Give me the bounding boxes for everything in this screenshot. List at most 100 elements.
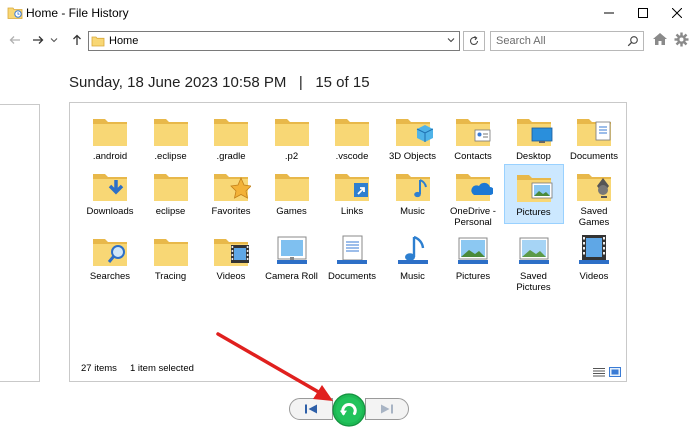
selection-count: 1 item selected xyxy=(130,363,194,374)
item-onedrive-personal[interactable]: OneDrive - Personal xyxy=(443,164,503,228)
item-label: Desktop xyxy=(516,151,551,162)
minimize-icon xyxy=(604,12,614,14)
camera-roll-library-icon xyxy=(262,233,322,269)
back-button[interactable] xyxy=(6,30,24,50)
item-contacts[interactable]: Contacts xyxy=(443,109,503,169)
minimize-button[interactable] xyxy=(592,0,626,26)
item-label: 3D Objects xyxy=(389,151,436,162)
item-music[interactable]: Music xyxy=(383,164,443,224)
forward-button[interactable] xyxy=(29,30,47,50)
item-android[interactable]: .android xyxy=(80,109,140,169)
item-favorites[interactable]: Favorites xyxy=(201,164,261,224)
item-label: Saved Games xyxy=(578,206,610,228)
item-videos[interactable]: Videos xyxy=(564,229,624,289)
maximize-button[interactable] xyxy=(626,0,660,26)
item-label: OneDrive - Personal xyxy=(450,206,496,228)
item-label: .gradle xyxy=(216,151,246,162)
backup-date-heading: Sunday, 18 June 2023 10:58 PM | 15 of 15 xyxy=(69,74,370,91)
search-input[interactable]: Search All xyxy=(496,35,546,47)
home-icon xyxy=(653,33,667,45)
item-label: Videos xyxy=(216,271,246,282)
item-searches[interactable]: Searches xyxy=(80,229,140,289)
item-label: Music xyxy=(400,206,425,217)
back-arrow-icon xyxy=(9,36,20,44)
item-label: Music xyxy=(400,271,425,282)
window-title: Home - File History xyxy=(26,6,129,20)
details-view-icon xyxy=(593,368,605,377)
previous-version-icon xyxy=(305,404,317,414)
folder-icon xyxy=(262,168,322,204)
item-eclipse[interactable]: eclipse xyxy=(141,164,201,224)
item-label: Games xyxy=(276,206,307,217)
item-gradle[interactable]: .gradle xyxy=(201,109,261,169)
folder-icon xyxy=(80,113,140,149)
item-tracing[interactable]: Tracing xyxy=(141,229,201,289)
gear-icon xyxy=(674,32,689,47)
item-p2[interactable]: .p2 xyxy=(262,109,322,169)
next-version-button[interactable] xyxy=(365,398,409,420)
item-documents[interactable]: Documents xyxy=(322,229,382,289)
refresh-icon xyxy=(469,36,479,45)
contacts-folder-icon xyxy=(443,113,503,149)
item-saved-games[interactable]: Saved Games xyxy=(564,164,624,228)
folder-icon xyxy=(141,113,201,149)
item-videos[interactable]: Videos xyxy=(201,229,261,289)
previous-version-panel[interactable] xyxy=(0,104,40,382)
item-documents[interactable]: Documents xyxy=(564,109,624,169)
up-button[interactable] xyxy=(68,30,86,50)
settings-button[interactable] xyxy=(674,32,689,52)
restore-button[interactable] xyxy=(331,392,367,427)
item-label: Pictures xyxy=(516,207,551,218)
recent-locations-button[interactable] xyxy=(48,30,60,50)
details-view-button[interactable] xyxy=(593,364,605,382)
item-label: Documents xyxy=(569,151,619,162)
favorites-folder-icon xyxy=(201,168,261,204)
close-button[interactable] xyxy=(660,0,694,26)
item-label: Contacts xyxy=(454,151,492,162)
folder-icon xyxy=(322,113,382,149)
item-label: .p2 xyxy=(284,151,299,162)
videos-folder-icon xyxy=(201,233,261,269)
next-version-icon xyxy=(381,404,393,414)
previous-version-button[interactable] xyxy=(289,398,333,420)
heading-separator: | xyxy=(298,74,303,91)
item-label: Camera Roll xyxy=(265,271,318,282)
address-dropdown-icon[interactable] xyxy=(446,35,456,45)
refresh-button[interactable] xyxy=(463,31,485,51)
item-downloads[interactable]: Downloads xyxy=(80,164,140,224)
large-icons-view-button[interactable] xyxy=(609,364,621,382)
item-label: Saved Pictures xyxy=(516,271,551,293)
item-label: .android xyxy=(92,151,128,162)
search-box[interactable]: Search All xyxy=(490,31,644,51)
search-icon xyxy=(627,36,638,47)
item-vscode[interactable]: .vscode xyxy=(322,109,382,169)
pictures-library-icon xyxy=(443,233,503,269)
desktop-folder-icon xyxy=(504,113,564,149)
home-button[interactable] xyxy=(652,32,668,51)
item-camera-roll[interactable]: Camera Roll xyxy=(262,229,322,289)
title-bar: Home - File History xyxy=(0,0,696,26)
folder-icon xyxy=(262,113,322,149)
item-label: Links xyxy=(340,206,364,217)
item-label: Videos xyxy=(579,271,609,282)
links-folder-icon xyxy=(322,168,382,204)
item-3d-objects[interactable]: 3D Objects xyxy=(383,109,443,169)
item-saved-pictures[interactable]: Saved Pictures xyxy=(504,229,564,293)
item-eclipse[interactable]: .eclipse xyxy=(141,109,201,169)
item-pictures[interactable]: Pictures xyxy=(443,229,503,289)
item-label: Tracing xyxy=(154,271,187,282)
folder-icon xyxy=(141,233,201,269)
downloads-folder-icon xyxy=(80,168,140,204)
folder-icon xyxy=(201,113,261,149)
address-text: Home xyxy=(109,35,139,47)
item-desktop[interactable]: Desktop xyxy=(504,109,564,169)
item-label: .eclipse xyxy=(154,151,187,162)
item-links[interactable]: Links xyxy=(322,164,382,224)
item-label: Documents xyxy=(327,271,377,282)
backup-date: Sunday, 18 June 2023 10:58 PM xyxy=(69,74,287,91)
address-bar[interactable]: Home xyxy=(88,31,460,51)
item-pictures[interactable]: Pictures xyxy=(503,164,564,224)
music-folder-icon xyxy=(383,168,443,204)
item-games[interactable]: Games xyxy=(262,164,322,224)
item-music[interactable]: Music xyxy=(383,229,443,289)
